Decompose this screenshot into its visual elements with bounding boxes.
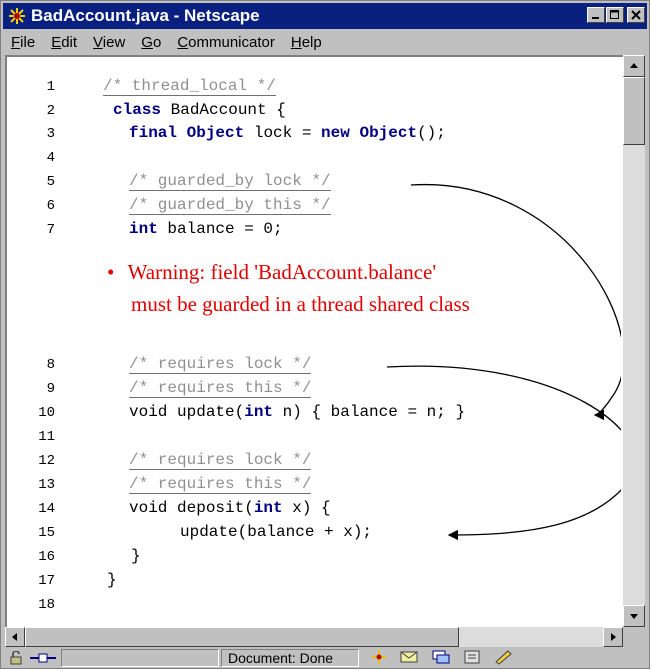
browser-window: BadAccount.java - Netscape File Edit Vie… — [0, 0, 650, 669]
hscroll-thumb[interactable] — [25, 627, 459, 647]
security-lock-icon[interactable] — [7, 651, 29, 665]
menu-file[interactable]: File — [3, 34, 43, 51]
composer-icon[interactable] — [463, 649, 481, 668]
scroll-left-button[interactable] — [5, 627, 25, 647]
arrow-left-icon — [12, 633, 17, 641]
menu-communicator[interactable]: Communicator — [169, 34, 283, 51]
maximize-icon — [610, 10, 619, 19]
title-bar[interactable]: BadAccount.java - Netscape — [3, 3, 647, 29]
close-button[interactable] — [627, 7, 645, 23]
arrow-requires-to-deposit — [386, 365, 621, 541]
discussion-icon[interactable] — [431, 649, 451, 668]
menu-go[interactable]: Go — [133, 34, 169, 51]
scroll-right-button[interactable] — [603, 627, 623, 647]
connection-icon — [29, 652, 57, 664]
edit-icon[interactable] — [493, 649, 513, 668]
navigator-icon[interactable] — [371, 649, 387, 668]
minimize-button[interactable] — [587, 7, 605, 23]
arrow-up-icon — [630, 63, 638, 68]
annotation-arrows — [386, 184, 621, 541]
menu-edit[interactable]: Edit — [43, 34, 85, 51]
status-bar: Document: Done — [3, 648, 647, 668]
menu-help[interactable]: Help — [283, 34, 330, 51]
maximize-button[interactable] — [606, 7, 624, 23]
progress-area — [61, 649, 219, 667]
menu-bar: File Edit View Go Communicator Help — [3, 31, 647, 53]
scroll-down-button[interactable] — [623, 605, 645, 627]
horizontal-scrollbar[interactable] — [5, 627, 623, 647]
scroll-thumb[interactable] — [623, 77, 645, 145]
mail-icon[interactable] — [399, 649, 419, 668]
menu-view[interactable]: View — [85, 34, 133, 51]
arrow-down-icon — [630, 614, 638, 619]
scroll-up-button[interactable] — [623, 55, 645, 77]
document-view[interactable]: 1 2 3 4 5 6 7 8 9 10 11 12 13 14 15 16 1… — [5, 55, 623, 627]
component-bar — [371, 649, 513, 668]
minimize-icon — [592, 17, 599, 19]
status-text: Document: Done — [221, 649, 359, 667]
vertical-scrollbar[interactable] — [623, 55, 645, 627]
arrow-right-icon — [611, 633, 616, 641]
window-title: BadAccount.java - Netscape — [31, 6, 260, 25]
arrow-guarded-to-update — [410, 184, 621, 421]
close-icon — [631, 10, 641, 20]
netscape-icon — [7, 6, 27, 26]
